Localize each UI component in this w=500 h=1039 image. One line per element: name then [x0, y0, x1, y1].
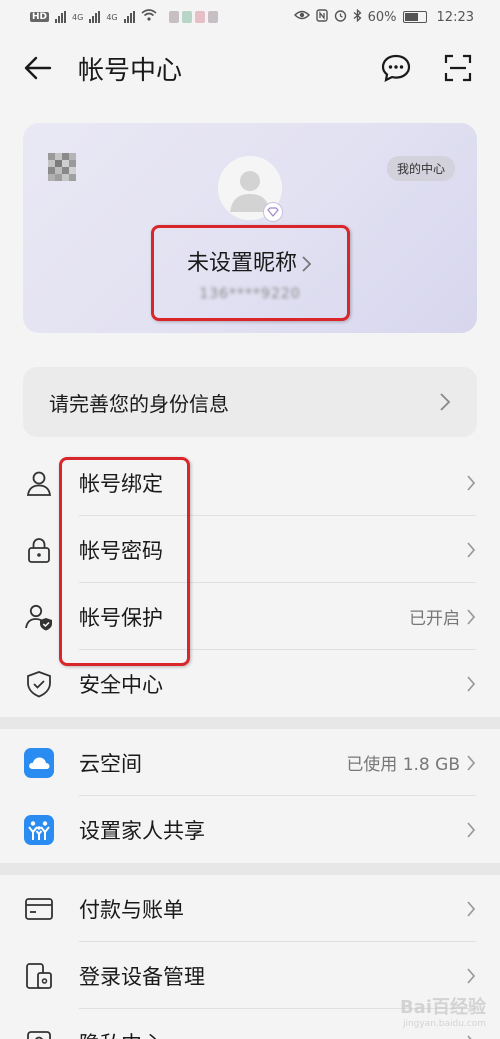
watermark-text: Bai百经验	[399, 997, 486, 1018]
chevron-right-icon	[467, 967, 476, 984]
person-icon	[23, 467, 55, 499]
vip-badge-icon	[263, 202, 283, 222]
row-label: 登录设备管理	[79, 964, 205, 989]
app-bar: 帐号中心	[0, 34, 500, 102]
bluetooth-icon	[353, 8, 362, 26]
hd-tag: HD	[30, 12, 50, 22]
family-icon	[23, 814, 55, 846]
watermark: Bai百经验 jingyan.baidu.com	[400, 993, 486, 1029]
card-icon	[23, 893, 55, 925]
chevron-right-icon	[440, 393, 451, 411]
shield-icon	[23, 668, 55, 700]
signal-icon	[55, 11, 67, 23]
chevron-right-icon	[467, 754, 476, 771]
alarm-icon	[334, 9, 347, 26]
row-label: 付款与账单	[79, 897, 184, 922]
status-bar: HD 4G 4G 60% 12:23	[0, 0, 500, 34]
chevron-right-icon	[467, 900, 476, 917]
chevron-right-icon	[467, 608, 476, 625]
signal-icon	[123, 11, 135, 23]
section-divider	[0, 717, 500, 729]
status-right: 60% 12:23	[293, 8, 474, 26]
chevron-right-icon	[467, 821, 476, 838]
identity-banner[interactable]: 请完善您的身份信息	[23, 367, 477, 437]
page-title: 帐号中心	[78, 55, 183, 86]
chevron-right-icon	[467, 541, 476, 558]
lock-icon	[23, 534, 55, 566]
watermark-url: jingyan.baidu.com	[402, 1019, 486, 1029]
identity-banner-label: 请完善您的身份信息	[49, 391, 229, 416]
highlight-box-security	[59, 457, 190, 666]
nfc-icon	[315, 8, 328, 26]
wifi-icon	[141, 9, 157, 25]
family-sharing-row[interactable]: 设置家人共享	[0, 796, 500, 863]
cloud-usage: 已使用 1.8 GB	[346, 755, 460, 775]
cloud-space-row[interactable]: 云空间 已使用 1.8 GB	[0, 729, 500, 796]
qr-code-icon[interactable]	[48, 153, 76, 181]
chevron-right-icon	[467, 474, 476, 491]
devices-icon	[23, 960, 55, 992]
message-button[interactable]	[376, 48, 416, 88]
section-divider	[0, 863, 500, 875]
scan-button[interactable]	[438, 48, 478, 88]
cloud-icon	[23, 747, 55, 779]
back-button[interactable]	[22, 52, 54, 84]
payment-billing-row[interactable]: 付款与账单	[0, 875, 500, 942]
person-shield-icon	[23, 601, 55, 633]
row-label: 安全中心	[79, 672, 163, 697]
status-left: HD 4G 4G	[30, 9, 218, 25]
notification-icons	[168, 11, 218, 23]
clock-time: 12:23	[436, 9, 474, 25]
privacy-icon	[23, 1027, 55, 1039]
back-arrow-icon	[24, 56, 52, 80]
highlight-box-nickname	[151, 225, 350, 321]
eye-icon	[293, 9, 310, 25]
scan-icon	[444, 54, 472, 82]
network-4g-label: 4G	[106, 12, 118, 22]
row-label: 云空间	[79, 751, 142, 776]
chevron-right-icon	[467, 1034, 473, 1039]
protection-status: 已开启	[409, 609, 460, 629]
my-center-button[interactable]: 我的中心	[386, 156, 455, 181]
chevron-right-icon	[467, 675, 476, 692]
network-4g-label: 4G	[72, 12, 84, 22]
battery-percent: 60%	[367, 9, 397, 25]
row-label: 隐私中心	[79, 1028, 460, 1039]
cloud-group: 云空间 已使用 1.8 GB 设置家人共享	[0, 729, 500, 863]
signal-icon	[89, 11, 101, 23]
row-label: 设置家人共享	[79, 818, 205, 843]
battery-icon	[402, 11, 427, 23]
message-icon	[381, 54, 411, 82]
